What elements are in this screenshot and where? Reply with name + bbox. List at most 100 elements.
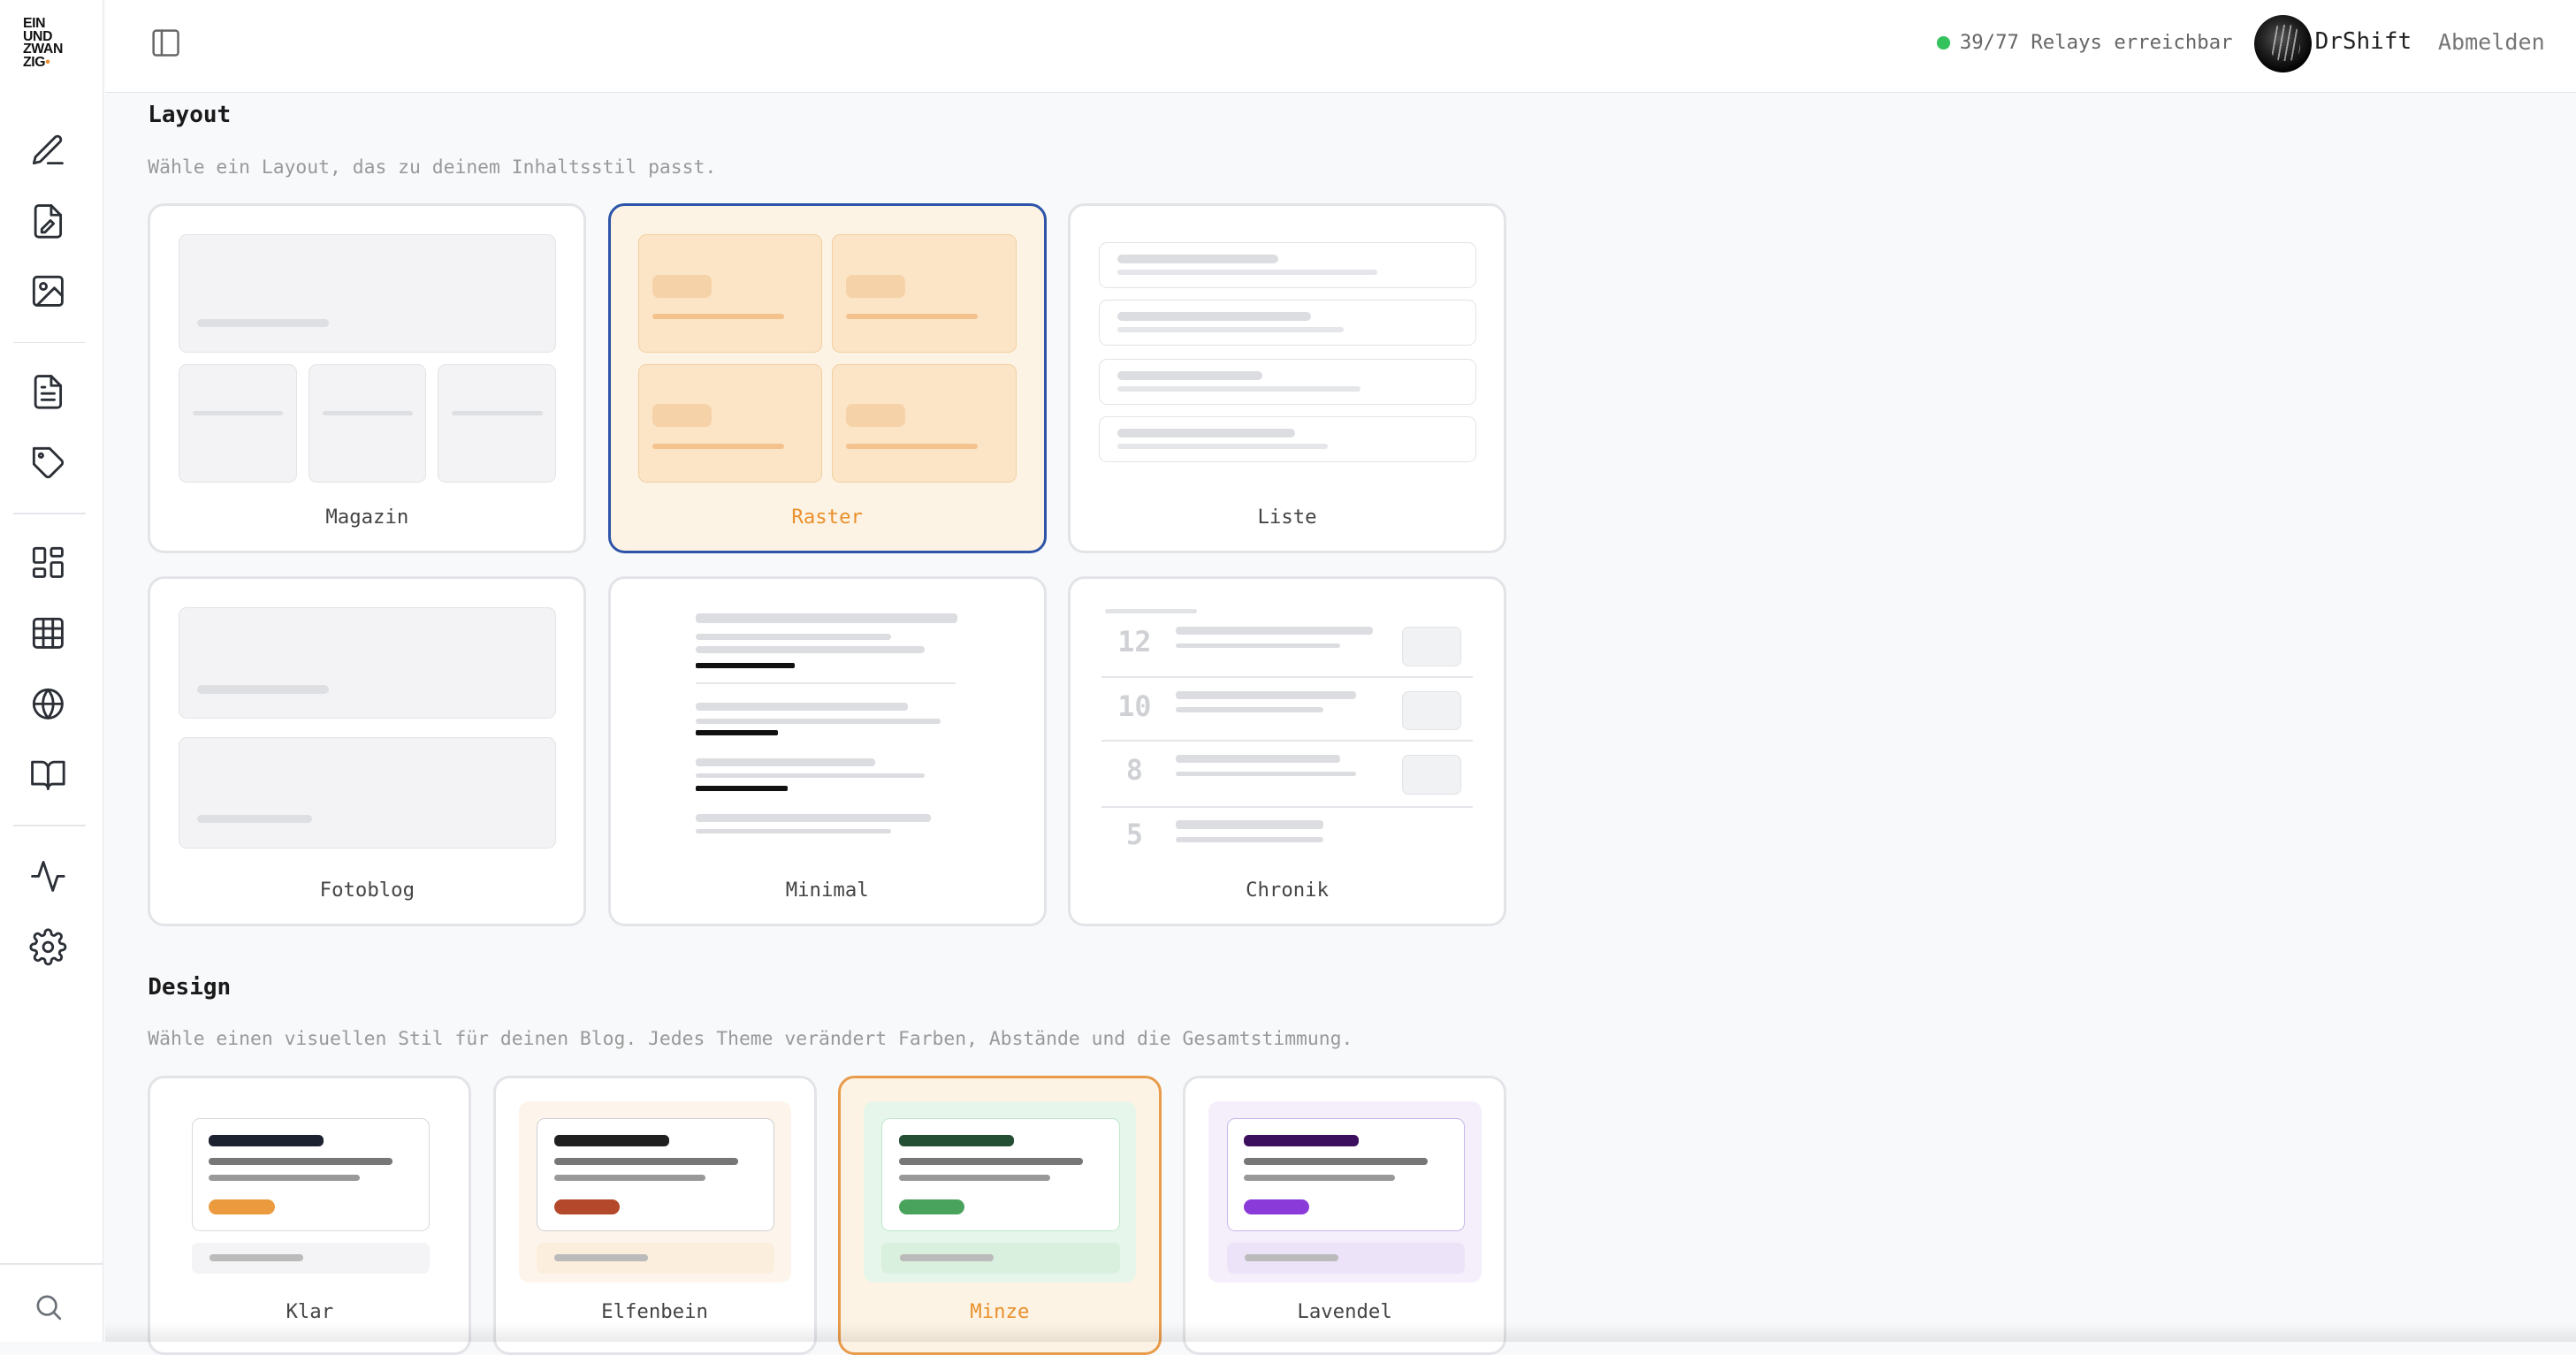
layout-option-raster[interactable]: Raster bbox=[607, 203, 1047, 554]
tag-icon[interactable] bbox=[29, 444, 67, 482]
scroll-fade bbox=[104, 1322, 2576, 1343]
preview-row bbox=[1098, 300, 1476, 346]
theme-option-label: Minze bbox=[970, 1300, 1030, 1324]
theme-option-minze[interactable]: Minze bbox=[837, 1076, 1162, 1355]
layout-option-label: Magazin bbox=[325, 505, 409, 529]
preview-row bbox=[1098, 359, 1476, 406]
search-icon[interactable] bbox=[33, 1291, 64, 1322]
sidebar: EIN UND ZWAN ZIG• bbox=[0, 0, 104, 1343]
logo[interactable]: EIN UND ZWAN ZIG• bbox=[23, 17, 63, 70]
sidebar-divider bbox=[12, 512, 86, 514]
sidebar-divider bbox=[12, 824, 86, 826]
layout-option-label: Raster bbox=[791, 505, 863, 529]
preview-line bbox=[1175, 627, 1373, 636]
preview-year: 5 bbox=[1125, 818, 1143, 851]
file-edit-icon[interactable] bbox=[29, 202, 67, 240]
theme-option-label: Klar bbox=[286, 1300, 334, 1324]
theme-option-elfenbein[interactable]: Elfenbein bbox=[492, 1076, 817, 1355]
preview-line bbox=[696, 646, 925, 653]
preview-line bbox=[696, 814, 931, 823]
preview-thumb bbox=[1402, 690, 1462, 731]
theme-preview bbox=[518, 1101, 792, 1283]
design-section-description: Wähle einen visuellen Stil für deinen Bl… bbox=[148, 1028, 1353, 1051]
pencil-icon[interactable] bbox=[29, 132, 67, 170]
preview-line bbox=[1175, 690, 1357, 699]
globe-icon[interactable] bbox=[29, 685, 67, 723]
layout-option-label: Chronik bbox=[1246, 878, 1330, 902]
relay-status: 39/77 Relays erreichbar bbox=[1936, 31, 2233, 55]
layout-option-label: Minimal bbox=[785, 878, 869, 902]
theme-preview bbox=[863, 1101, 1137, 1283]
relay-status-text: 39/77 Relays erreichbar bbox=[1959, 31, 2233, 55]
logout-button[interactable]: Abmelden bbox=[2438, 29, 2545, 55]
preview-tile bbox=[832, 234, 1017, 353]
layout-option-magazin[interactable]: Magazin bbox=[148, 203, 587, 554]
sidebar-divider bbox=[0, 1263, 104, 1265]
preview-link bbox=[696, 786, 789, 792]
preview-tile bbox=[832, 363, 1017, 483]
theme-preview bbox=[1208, 1101, 1482, 1283]
preview-row bbox=[1098, 416, 1476, 463]
theme-preview bbox=[173, 1101, 446, 1283]
preview-hero bbox=[178, 234, 557, 353]
preview-line bbox=[1175, 643, 1340, 649]
layout-option-chronik[interactable]: 12 10 8 5 Chronik bbox=[1067, 576, 1507, 927]
preview-line bbox=[696, 613, 957, 624]
avatar[interactable] bbox=[2253, 14, 2312, 72]
preview-photo bbox=[178, 606, 557, 719]
preview-line bbox=[1104, 608, 1198, 614]
preview-thumb bbox=[1402, 627, 1462, 666]
table-icon[interactable] bbox=[29, 614, 67, 652]
preview-line bbox=[1175, 771, 1357, 777]
sidebar-toggle-icon[interactable] bbox=[149, 27, 182, 59]
activity-icon[interactable] bbox=[29, 857, 67, 895]
layout-option-fotoblog[interactable]: Fotoblog bbox=[148, 576, 587, 927]
preview-line bbox=[1175, 837, 1324, 842]
layout-section-description: Wähle ein Layout, das zu deinem Inhaltss… bbox=[148, 156, 717, 179]
book-icon[interactable] bbox=[29, 756, 67, 794]
preview-line bbox=[696, 702, 908, 711]
sidebar-divider bbox=[12, 341, 86, 344]
preview-divider bbox=[1101, 740, 1474, 742]
image-icon[interactable] bbox=[29, 272, 67, 310]
preview-tile bbox=[438, 363, 557, 483]
preview-tile bbox=[638, 234, 823, 353]
theme-option-klar[interactable]: Klar bbox=[148, 1076, 472, 1355]
preview-line bbox=[696, 828, 892, 834]
preview-divider bbox=[1101, 675, 1474, 678]
preview-line bbox=[1175, 820, 1324, 829]
preview-tile bbox=[638, 363, 823, 483]
preview-line bbox=[696, 757, 875, 767]
username[interactable]: DrShift bbox=[2315, 28, 2412, 55]
preview-line bbox=[696, 773, 925, 779]
preview-link bbox=[696, 663, 795, 668]
preview-tile bbox=[178, 363, 297, 483]
theme-option-lavendel[interactable]: Lavendel bbox=[1183, 1076, 1507, 1355]
top-bar: 39/77 Relays erreichbar DrShift Abmelden bbox=[104, 0, 2576, 94]
theme-option-label: Lavendel bbox=[1297, 1300, 1392, 1324]
preview-year: 12 bbox=[1117, 627, 1152, 659]
document-icon[interactable] bbox=[29, 373, 67, 411]
dashboard-icon[interactable] bbox=[29, 544, 67, 582]
preview-tile bbox=[308, 363, 427, 483]
layout-option-label: Liste bbox=[1257, 505, 1317, 529]
logo-line: ZIG bbox=[23, 54, 46, 70]
settings-icon[interactable] bbox=[29, 928, 67, 966]
layout-section-title: Layout bbox=[148, 102, 232, 129]
theme-option-label: Elfenbein bbox=[601, 1300, 708, 1324]
preview-divider bbox=[696, 682, 956, 685]
preview-line bbox=[696, 633, 892, 641]
layout-option-minimal[interactable]: Minimal bbox=[607, 576, 1047, 927]
logo-dot: • bbox=[45, 54, 50, 70]
preview-link bbox=[696, 730, 779, 735]
preview-year: 8 bbox=[1125, 755, 1143, 788]
preview-thumb bbox=[1402, 755, 1462, 795]
layout-option-liste[interactable]: Liste bbox=[1067, 203, 1507, 554]
preview-line bbox=[1175, 707, 1324, 712]
preview-photo bbox=[178, 736, 557, 849]
design-section-title: Design bbox=[148, 974, 232, 1001]
preview-divider bbox=[1101, 805, 1474, 808]
preview-year: 10 bbox=[1117, 690, 1152, 723]
relay-status-dot bbox=[1936, 35, 1950, 49]
preview-line bbox=[1175, 755, 1340, 764]
